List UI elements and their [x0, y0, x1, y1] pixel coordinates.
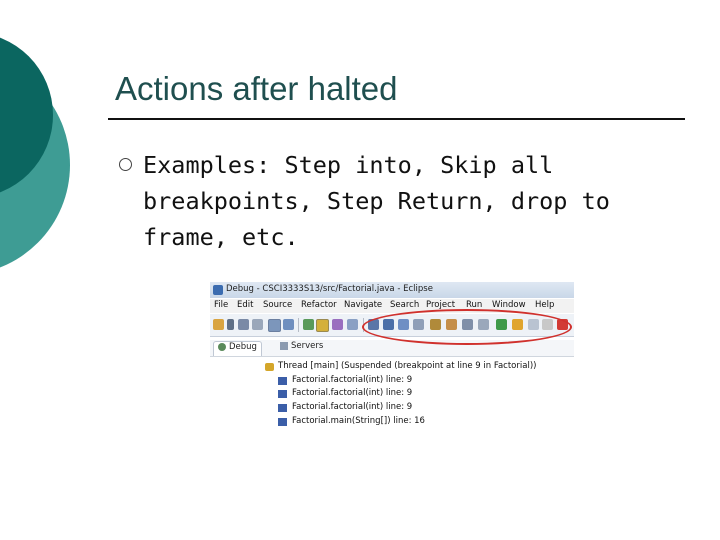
menu-window[interactable]: Window [492, 300, 526, 310]
decorative-circles [0, 37, 70, 268]
menu-help[interactable]: Help [535, 300, 554, 310]
bullet-circle-icon [119, 158, 132, 171]
highlight-ellipse [362, 309, 572, 345]
tab-servers-label: Servers [291, 341, 324, 351]
tree-row-label: Factorial.factorial(int) line: 9 [292, 388, 413, 398]
stack-frame-icon [278, 390, 287, 398]
search-icon[interactable] [347, 319, 358, 330]
skip-breakpoints-icon[interactable] [316, 319, 329, 332]
toolbar-separator [298, 318, 299, 332]
tab-debug-label: Debug [229, 342, 257, 352]
eclipse-icon [213, 285, 223, 295]
tree-row-label: Factorial.factorial(int) line: 9 [292, 402, 413, 412]
menu-refactor[interactable]: Refactor [301, 300, 337, 310]
new-icon[interactable] [213, 319, 224, 330]
save-icon[interactable] [238, 319, 249, 330]
print-icon[interactable] [252, 319, 263, 330]
slide-title: Actions after halted [115, 70, 398, 107]
open-type-icon[interactable] [332, 319, 343, 330]
layout-icon[interactable] [268, 319, 281, 332]
stack-frame-icon [278, 418, 287, 426]
menu-navigate[interactable]: Navigate [344, 300, 382, 310]
tab-debug[interactable]: Debug [213, 341, 262, 356]
console-icon[interactable] [283, 319, 294, 330]
tree-row-label: Thread [main] (Suspended (breakpoint at … [278, 361, 537, 371]
tree-row-label: Factorial.factorial(int) line: 9 [292, 375, 413, 385]
new-package-icon[interactable] [303, 319, 314, 330]
thread-icon [265, 363, 274, 371]
menu-source[interactable]: Source [263, 300, 292, 310]
stack-frame-icon [278, 377, 287, 385]
eclipse-screenshot: Debug - CSCI3333S13/src/Factorial.java -… [210, 282, 574, 434]
menu-edit[interactable]: Edit [237, 300, 253, 310]
stack-frame-icon [278, 404, 287, 412]
servers-icon [280, 341, 288, 350]
window-title: Debug - CSCI3333S13/src/Factorial.java -… [226, 284, 433, 294]
title-divider [108, 118, 685, 120]
window-titlebar: Debug - CSCI3333S13/src/Factorial.java -… [210, 282, 574, 298]
debug-bug-icon [218, 342, 226, 351]
menu-search[interactable]: Search [390, 300, 419, 310]
dropdown-arrow-icon[interactable] [227, 319, 234, 330]
bullet-text: Examples: Step into, Skip all breakpoint… [143, 151, 610, 251]
tree-row-label: Factorial.main(String[]) line: 16 [292, 416, 425, 426]
menu-file[interactable]: File [214, 300, 228, 310]
tab-servers[interactable]: Servers [280, 341, 323, 355]
